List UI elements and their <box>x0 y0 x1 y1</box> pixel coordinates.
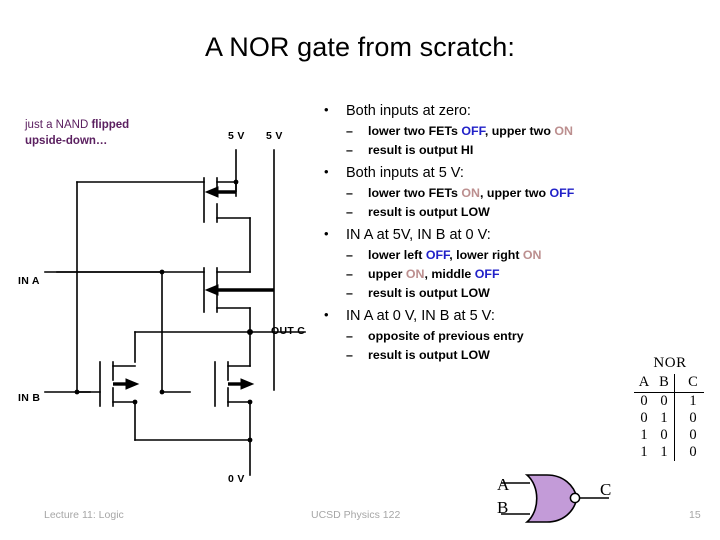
truth-table-divider <box>674 427 682 444</box>
bullet-text: lower two FETs <box>368 124 462 138</box>
state-label-off: OFF <box>461 124 485 138</box>
slide-root: A NOR gate from scratch: just a NAND fli… <box>0 0 720 540</box>
label-output-c: OUT C <box>271 325 306 337</box>
bullet-text: , upper two <box>484 124 555 138</box>
bullet-level2: opposite of previous entry <box>318 327 718 346</box>
junction-dot-in-b-a-cross <box>159 389 165 395</box>
state-label-off: OFF <box>474 267 500 281</box>
truth-table-header-a: A <box>634 374 654 393</box>
bullet-text: opposite of previous entry <box>368 329 524 343</box>
truth-table-cell-a: 1 <box>640 427 648 443</box>
nor-label-c: C <box>600 480 612 499</box>
bullet-level2: result is output LOW <box>318 203 718 222</box>
truth-table-divider <box>674 393 682 410</box>
page-title: A NOR gate from scratch: <box>205 32 515 62</box>
state-label-off: OFF <box>425 248 450 262</box>
label-supply-right: 5 V <box>266 130 283 142</box>
footer-page-number: 15 <box>689 509 701 521</box>
truth-table-cell-c: 0 <box>689 444 697 460</box>
truth-table-grid: ABC001010100110 <box>634 374 704 461</box>
cmos-nor-schematic <box>44 149 306 476</box>
bullet-level2: result is output HI <box>318 141 718 160</box>
bullet-list: Both inputs at zero:lower two FETs OFF, … <box>318 100 718 368</box>
truth-table: NOR ABC001010100110 <box>629 355 709 461</box>
pmos-top-bulk-arrow-head <box>204 186 219 198</box>
truth-table-title: NOR <box>653 355 687 371</box>
bullet-level2: lower two FETs ON, upper two OFF <box>318 184 718 203</box>
truth-table-cell-a: 0 <box>640 410 648 426</box>
nmos-right-bulk-arrow-head <box>240 378 255 390</box>
truth-table-cell-c: 1 <box>689 393 697 409</box>
junction-dot-ground <box>247 437 253 443</box>
bullet-text: result is output HI <box>368 143 474 157</box>
bullet-level2: lower two FETs OFF, upper two ON <box>318 122 718 141</box>
junction-dot-out-c <box>247 329 253 335</box>
label-supply-left: 5 V <box>228 130 245 142</box>
truth-table-cell-c: 0 <box>689 427 697 443</box>
label-ground: 0 V <box>228 473 245 485</box>
state-label-on: ON <box>405 267 425 281</box>
truth-table-divider <box>674 374 682 393</box>
junction-dot-nmos-left-source <box>132 399 138 405</box>
truth-table-cell-b: 1 <box>660 410 668 426</box>
truth-table-cell-c: 0 <box>689 410 697 426</box>
bullet-level1: IN A at 0 V, IN B at 5 V: <box>318 305 718 326</box>
truth-table-header-b: B <box>654 374 674 393</box>
bullet-level2: lower left OFF, lower right ON <box>318 246 718 265</box>
bullet-text: result is output LOW <box>368 205 490 219</box>
bullet-text: , lower right <box>449 248 523 262</box>
nor-inversion-bubble <box>569 492 581 504</box>
bullet-text: , middle <box>424 267 475 281</box>
truth-table-cell-a: 1 <box>640 444 648 460</box>
bullet-level1: IN A at 5V, IN B at 0 V: <box>318 224 718 245</box>
truth-table-cell-b: 0 <box>660 393 668 409</box>
footer-lecture: Lecture 11: Logic <box>44 509 124 521</box>
nor-label-a: A <box>497 475 510 494</box>
bullet-level1: Both inputs at zero: <box>318 100 718 121</box>
state-label-on: ON <box>554 124 573 138</box>
truth-table-header-c: C <box>682 374 704 393</box>
footer-course: UCSD Physics 122 <box>311 509 401 521</box>
bullet-text: lower two FETs <box>368 186 462 200</box>
nmos-arrow-group <box>113 378 255 390</box>
state-label-on: ON <box>522 248 542 262</box>
nor-gate-body <box>524 474 578 523</box>
bullet-level2: result is output LOW <box>318 284 718 303</box>
junction-dot-group <box>74 179 253 443</box>
nor-label-b: B <box>497 498 509 517</box>
truth-table-divider <box>674 444 682 461</box>
nmos-left-bulk-arrow-head <box>125 378 140 390</box>
label-input-b: IN B <box>18 392 41 404</box>
junction-dot-nmos-right-source <box>247 399 253 405</box>
truth-table-cell-a: 0 <box>640 393 648 409</box>
bullet-text: lower left <box>368 248 426 262</box>
bullet-level1: Both inputs at 5 V: <box>318 162 718 183</box>
state-label-on: ON <box>461 186 480 200</box>
label-input-a: IN A <box>18 275 40 287</box>
pmos-mid-bulk-arrow-head <box>204 284 219 296</box>
truth-table-cell-b: 0 <box>660 427 668 443</box>
bullet-level2: upper ON, middle OFF <box>318 265 718 284</box>
bullet-text: , upper two <box>480 186 550 200</box>
bullet-text: result is output LOW <box>368 286 490 300</box>
state-label-off: OFF <box>549 186 575 200</box>
bullet-text: result is output LOW <box>368 348 490 362</box>
truth-table-divider <box>674 410 682 427</box>
truth-table-cell-b: 1 <box>660 444 668 460</box>
junction-dot-in-b <box>74 389 80 395</box>
junction-dot-supply-left <box>233 179 239 185</box>
bullet-text: upper <box>368 267 406 281</box>
junction-dot-in-a <box>159 269 165 275</box>
